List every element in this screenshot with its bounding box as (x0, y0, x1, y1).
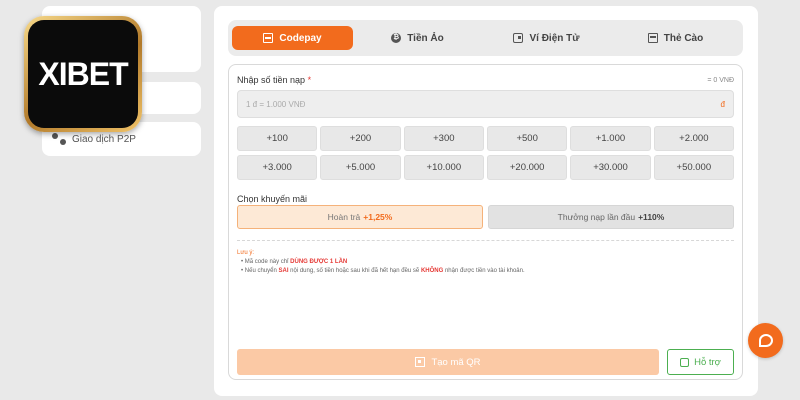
tab-e-wallet[interactable]: Ví Điện Tử (482, 26, 611, 50)
sidebar-item-label: Giao dịch P2P (72, 133, 136, 145)
chat-icon (758, 334, 773, 347)
tab-codepay[interactable]: Codepay (232, 26, 353, 50)
tab-crypto[interactable]: ₿ Tiền Ảo (353, 26, 482, 50)
support-button[interactable]: Hỗ trợ (667, 349, 734, 375)
promo-options: Hoàn trả +1,25% Thưởng nạp lần đầu +110% (237, 205, 734, 229)
promo-text: Thưởng nạp lần đầu (557, 212, 636, 222)
amount-chip[interactable]: +500 (487, 126, 568, 151)
codepay-icon (263, 33, 274, 43)
amount-input[interactable] (246, 99, 646, 109)
amount-chip[interactable]: +3.000 (237, 155, 318, 180)
amount-field[interactable]: đ (237, 90, 734, 118)
amount-label: Nhập số tiền nạp * (237, 75, 312, 85)
tab-label: Codepay (279, 32, 322, 44)
support-icon (680, 357, 690, 367)
wallet-icon (513, 33, 524, 43)
note-item: Nếu chuyển SAI nội dung, số tiền hoặc sa… (241, 267, 734, 276)
tab-label: Ví Điện Tử (529, 32, 580, 44)
deposit-form: Nhập số tiền nạp * = 0 VNĐ đ +100 +200 +… (228, 64, 743, 380)
create-qr-button[interactable]: Tạo mã QR (237, 349, 659, 375)
p2p-icon (52, 133, 66, 145)
tab-label: Tiền Ảo (407, 32, 444, 44)
qr-button-label: Tạo mã QR (431, 356, 481, 368)
deposit-panel: Codepay ₿ Tiền Ảo Ví Điện Tử Thẻ Cào Nhậ… (214, 6, 758, 396)
promo-cashback[interactable]: Hoàn trả +1,25% (237, 205, 483, 229)
logo-badge: XIBET (28, 20, 138, 128)
promo-text: Hoàn trả (327, 212, 361, 222)
promo-value: +110% (638, 212, 665, 222)
tab-scratch-card[interactable]: Thẻ Cào (611, 26, 740, 50)
live-chat-button[interactable] (748, 323, 783, 358)
required-mark: * (307, 75, 312, 85)
promo-first-deposit[interactable]: Thưởng nạp lần đầu +110% (488, 205, 734, 229)
amount-options: +100 +200 +300 +500 +1.000 +2.000 +3.000… (237, 126, 734, 180)
support-button-label: Hỗ trợ (694, 356, 721, 368)
amount-chip[interactable]: +1.000 (570, 126, 651, 151)
amount-chip[interactable]: +30.000 (570, 155, 651, 180)
amount-chip[interactable]: +5.000 (320, 155, 401, 180)
payment-tabs: Codepay ₿ Tiền Ảo Ví Điện Tử Thẻ Cào (228, 20, 743, 56)
amount-chip[interactable]: +10.000 (403, 155, 484, 180)
tab-label: Thẻ Cào (663, 32, 704, 44)
currency-symbol: đ (720, 99, 725, 109)
note-item: Mã code này chỉ DÙNG ĐƯỢC 1 LẦN (241, 258, 734, 267)
card-icon (647, 33, 658, 43)
promo-label: Chọn khuyến mãi (237, 194, 308, 204)
amount-chip[interactable]: +20.000 (487, 155, 568, 180)
amount-label-row: Nhập số tiền nạp * = 0 VNĐ (237, 75, 734, 85)
notes: Lưu ý: Mã code này chỉ DÙNG ĐƯỢC 1 LẦN N… (237, 249, 734, 276)
divider (237, 240, 734, 241)
balance-text: = 0 VNĐ (707, 76, 734, 84)
xibet-logo: XIBET (24, 16, 142, 132)
notes-title: Lưu ý: (237, 250, 255, 256)
amount-chip[interactable]: +100 (237, 126, 318, 151)
amount-chip[interactable]: +300 (403, 126, 484, 151)
coin-icon: ₿ (391, 33, 402, 43)
logo-text: XIBET (38, 55, 128, 92)
amount-chip[interactable]: +200 (320, 126, 401, 151)
amount-chip[interactable]: +50.000 (653, 155, 734, 180)
qr-code-icon (415, 357, 426, 367)
promo-value: +1,25% (363, 212, 393, 222)
amount-chip[interactable]: +2.000 (653, 126, 734, 151)
